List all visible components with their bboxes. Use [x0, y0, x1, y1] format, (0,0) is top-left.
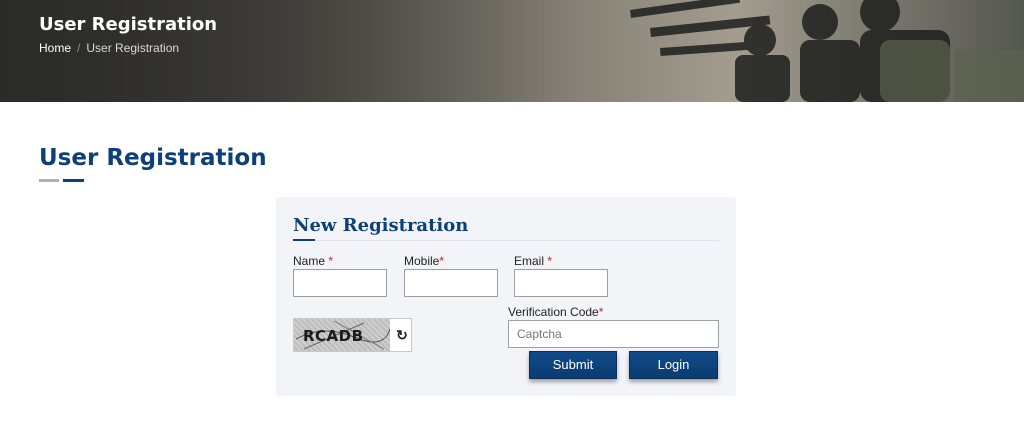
- submit-button[interactable]: Submit: [529, 351, 617, 379]
- form-title-divider: [293, 240, 719, 241]
- mobile-label: Mobile*: [404, 254, 444, 268]
- captcha-image: RCADB: [294, 319, 390, 351]
- verification-label: Verification Code*: [508, 305, 603, 319]
- breadcrumb: Home / User Registration: [39, 41, 179, 55]
- banner-title: User Registration: [39, 14, 218, 35]
- breadcrumb-current: User Registration: [86, 41, 180, 55]
- registration-card: New Registration Name * Mobile* Email * …: [276, 197, 736, 396]
- required-marker: *: [598, 305, 604, 319]
- title-underline-gray: [39, 179, 59, 182]
- captcha-container: RCADB ↻: [293, 318, 412, 352]
- refresh-icon[interactable]: ↻: [393, 325, 411, 345]
- name-label-text: Name: [293, 254, 326, 268]
- mobile-input[interactable]: [404, 269, 498, 297]
- email-input[interactable]: [514, 269, 608, 297]
- title-underline-blue: [63, 179, 84, 182]
- login-button[interactable]: Login: [629, 351, 718, 379]
- form-title-accent: [293, 239, 315, 241]
- name-label: Name *: [293, 254, 333, 268]
- mobile-label-text: Mobile: [404, 254, 440, 268]
- form-title: New Registration: [293, 215, 469, 236]
- page-banner: User Registration Home / User Registration: [0, 0, 1024, 102]
- captcha-input[interactable]: [508, 320, 719, 348]
- email-label: Email *: [514, 254, 552, 268]
- captcha-text: RCADB: [303, 327, 364, 345]
- verification-label-text: Verification Code: [508, 305, 599, 319]
- name-input[interactable]: [293, 269, 387, 297]
- email-label-text: Email: [514, 254, 545, 268]
- required-marker: *: [439, 254, 445, 268]
- page-title: User Registration: [39, 145, 267, 171]
- required-marker: *: [547, 254, 553, 268]
- required-marker: *: [328, 254, 334, 268]
- breadcrumb-separator: /: [77, 41, 81, 55]
- breadcrumb-home-link[interactable]: Home: [39, 41, 71, 55]
